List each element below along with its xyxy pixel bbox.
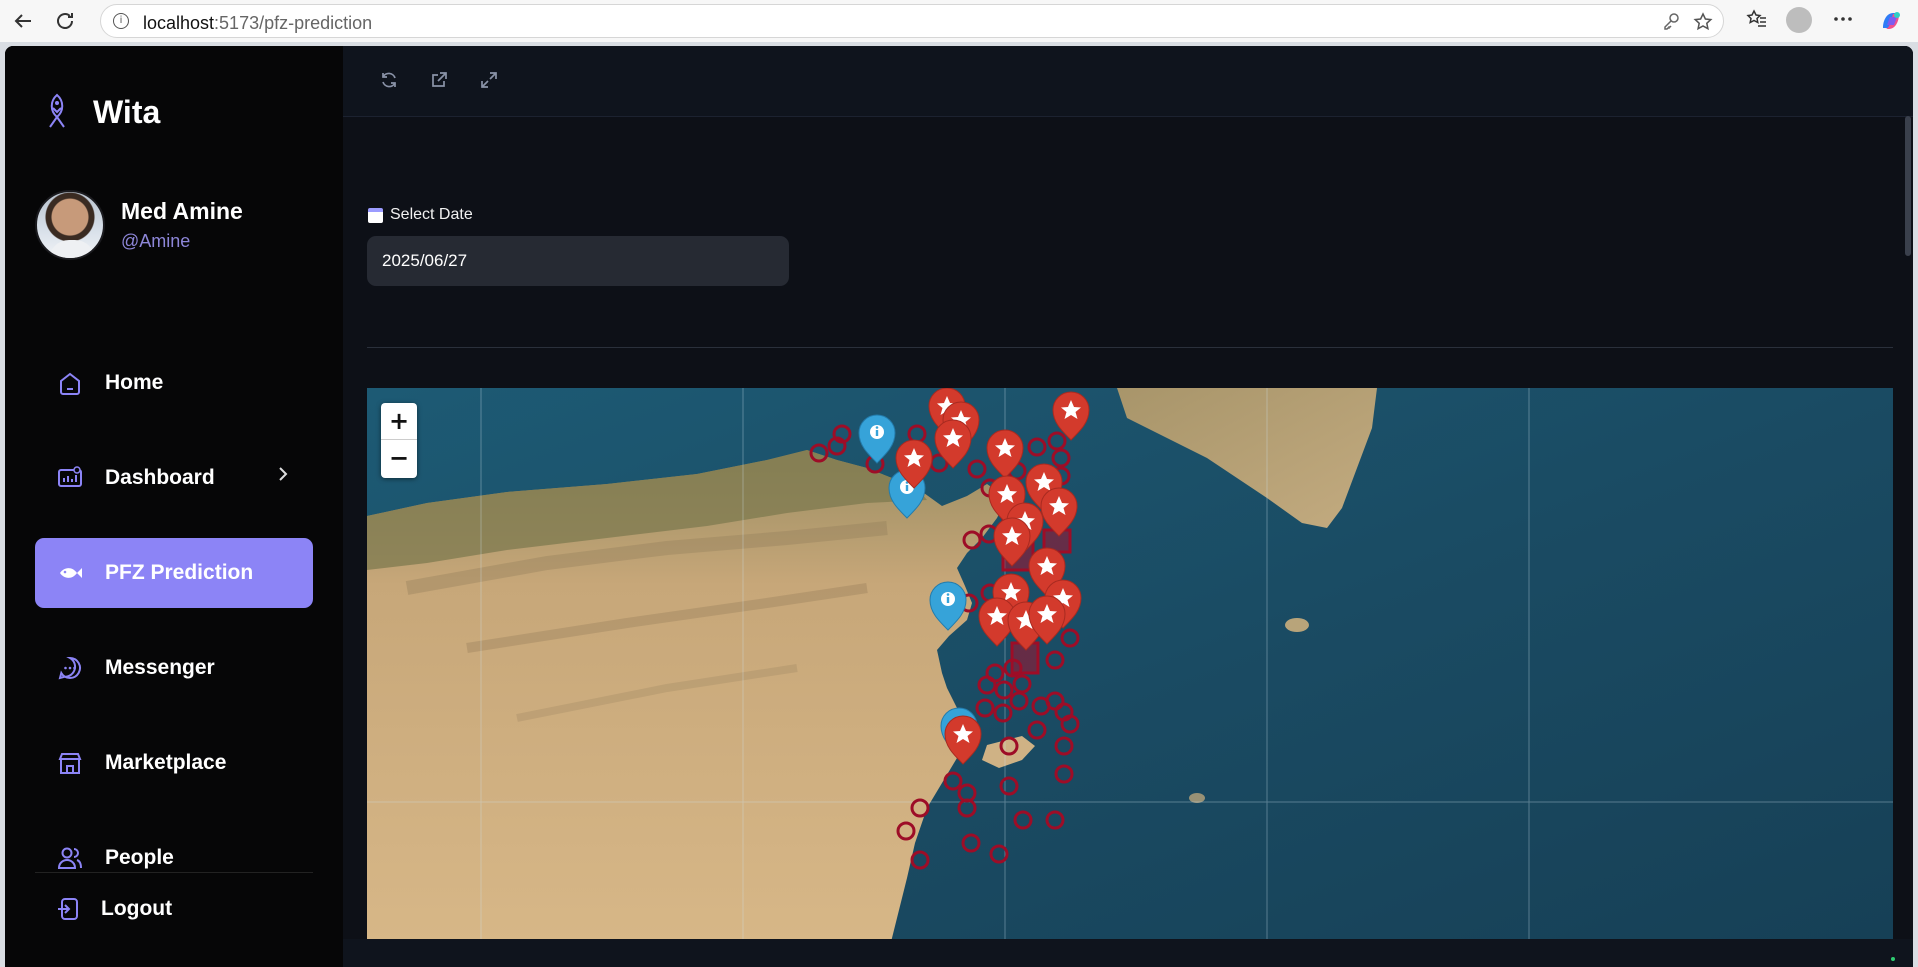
brand-name: Wita [93, 93, 161, 130]
zoom-out-button[interactable]: − [381, 440, 417, 477]
pfz-map[interactable]: + − [367, 388, 1893, 967]
user-profile[interactable]: Med Amine @Amine [35, 190, 243, 260]
sidebar-item-messenger[interactable]: Messenger [35, 633, 313, 703]
dashboard-icon [55, 463, 85, 493]
info-pin [929, 581, 967, 631]
people-icon [55, 843, 85, 873]
sidebar-menu: Home Dashboard PFZ Prediction Messenger … [35, 348, 313, 918]
refresh-icon[interactable] [375, 66, 403, 94]
calendar-icon [368, 207, 383, 223]
site-info-icon[interactable]: i [113, 13, 129, 29]
more-options-icon[interactable] [1830, 8, 1856, 34]
sidebar-item-pfz-prediction[interactable]: PFZ Prediction [35, 538, 313, 608]
menu-divider [35, 872, 313, 873]
pfz-star-pin [944, 715, 982, 765]
fullscreen-icon[interactable] [475, 66, 503, 94]
back-icon[interactable] [8, 6, 38, 36]
profile-icon[interactable] [1786, 7, 1812, 33]
url-text: localhost:5173/pfz-prediction [143, 13, 373, 33]
pfz-markers [809, 388, 1090, 870]
zoom-control: + − [381, 403, 417, 478]
sidebar-item-label: PFZ Prediction [105, 561, 254, 584]
copilot-icon[interactable] [1878, 8, 1904, 34]
divider [367, 347, 1893, 348]
fish-logo-icon [49, 93, 65, 128]
external-link-icon[interactable] [425, 66, 453, 94]
user-name: Med Amine [121, 198, 243, 224]
sidebar-item-label: Messenger [105, 656, 215, 679]
chat-icon [55, 653, 85, 683]
logout-icon [55, 894, 85, 924]
pfz-star-pin [986, 429, 1024, 479]
date-input[interactable] [367, 236, 789, 286]
scrollbar[interactable] [1905, 116, 1911, 256]
sidebar-item-people[interactable]: People [35, 823, 313, 893]
sidebar-item-label: Dashboard [105, 466, 215, 489]
address-bar[interactable]: i localhost:5173/pfz-prediction [100, 4, 1724, 38]
avatar [35, 190, 105, 260]
fish-icon [55, 558, 85, 588]
favorite-star-icon[interactable] [1693, 12, 1713, 32]
logout-button[interactable]: Logout [55, 884, 172, 934]
sidebar-item-label: Marketplace [105, 751, 227, 774]
map-toolbar [343, 46, 1913, 117]
user-handle: @Amine [121, 231, 191, 251]
browser-toolbar: i localhost:5173/pfz-prediction [0, 0, 1918, 42]
store-icon [55, 748, 85, 778]
info-pin [858, 414, 896, 464]
home-icon [55, 368, 85, 398]
key-icon[interactable] [1661, 12, 1681, 32]
bottom-strip [343, 939, 1913, 967]
pfz-star-pin [934, 419, 972, 469]
sidebar: Wita Med Amine @Amine Home Dashboard PFZ… [5, 46, 343, 967]
chevron-right-icon [277, 465, 289, 488]
sidebar-item-dashboard[interactable]: Dashboard [35, 443, 313, 513]
content: Select Date 2025/06/27 + − [343, 118, 1913, 967]
status-dot [1891, 957, 1895, 961]
reload-icon[interactable] [50, 6, 80, 36]
sidebar-item-label: People [105, 846, 174, 869]
sidebar-item-label: Home [105, 371, 164, 394]
date-label: Select Date [368, 206, 473, 224]
logout-label: Logout [101, 897, 173, 920]
sidebar-item-home[interactable]: Home [35, 348, 313, 418]
zoom-in-button[interactable]: + [381, 403, 417, 440]
app-window: Wita Med Amine @Amine Home Dashboard PFZ… [5, 46, 1913, 967]
favorites-icon[interactable] [1744, 8, 1770, 34]
brand[interactable]: Wita [41, 92, 160, 132]
sidebar-item-marketplace[interactable]: Marketplace [35, 728, 313, 798]
main-panel: Select Date 2025/06/27 + − [343, 46, 1913, 967]
